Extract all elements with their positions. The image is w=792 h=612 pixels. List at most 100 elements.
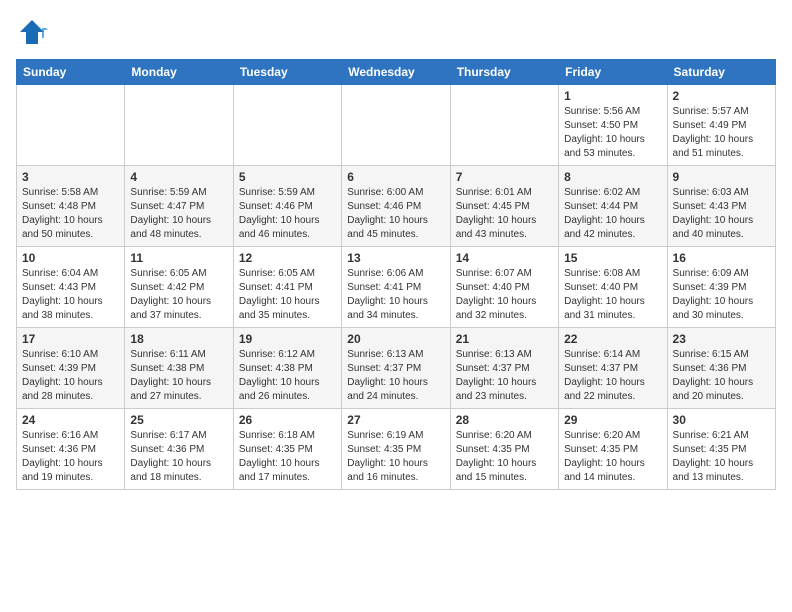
day-info: Sunrise: 6:01 AMSunset: 4:45 PMDaylight:… (456, 186, 553, 242)
day-number: 10 (22, 251, 119, 265)
calendar-cell: 19 Sunrise: 6:12 AMSunset: 4:38 PMDayligh… (233, 328, 341, 409)
day-info: Sunrise: 6:20 AMSunset: 4:35 PMDaylight:… (564, 429, 661, 485)
calendar-cell: 20 Sunrise: 6:13 AMSunset: 4:37 PMDayligh… (342, 328, 450, 409)
calendar-cell: 22 Sunrise: 6:14 AMSunset: 4:37 PMDayligh… (559, 328, 667, 409)
day-info: Sunrise: 6:04 AMSunset: 4:43 PMDaylight:… (22, 267, 119, 323)
day-info: Sunrise: 6:07 AMSunset: 4:40 PMDaylight:… (456, 267, 553, 323)
day-info: Sunrise: 6:03 AMSunset: 4:43 PMDaylight:… (673, 186, 770, 242)
day-number: 19 (239, 332, 336, 346)
calendar-cell: 10 Sunrise: 6:04 AMSunset: 4:43 PMDayligh… (17, 247, 125, 328)
day-number: 3 (22, 170, 119, 184)
day-info: Sunrise: 6:06 AMSunset: 4:41 PMDaylight:… (347, 267, 444, 323)
day-number: 6 (347, 170, 444, 184)
calendar-cell: 12 Sunrise: 6:05 AMSunset: 4:41 PMDayligh… (233, 247, 341, 328)
day-info: Sunrise: 5:59 AMSunset: 4:47 PMDaylight:… (130, 186, 227, 242)
calendar-cell (450, 85, 558, 166)
calendar-cell: 13 Sunrise: 6:06 AMSunset: 4:41 PMDayligh… (342, 247, 450, 328)
day-number: 12 (239, 251, 336, 265)
calendar-cell (342, 85, 450, 166)
calendar-cell: 27 Sunrise: 6:19 AMSunset: 4:35 PMDayligh… (342, 409, 450, 490)
weekday-header-wednesday: Wednesday (342, 60, 450, 85)
day-info: Sunrise: 6:08 AMSunset: 4:40 PMDaylight:… (564, 267, 661, 323)
day-number: 24 (22, 413, 119, 427)
calendar-cell: 3 Sunrise: 5:58 AMSunset: 4:48 PMDaylight… (17, 166, 125, 247)
day-info: Sunrise: 6:20 AMSunset: 4:35 PMDaylight:… (456, 429, 553, 485)
day-number: 1 (564, 89, 661, 103)
day-info: Sunrise: 6:10 AMSunset: 4:39 PMDaylight:… (22, 348, 119, 404)
day-info: Sunrise: 6:17 AMSunset: 4:36 PMDaylight:… (130, 429, 227, 485)
day-number: 14 (456, 251, 553, 265)
calendar-cell: 21 Sunrise: 6:13 AMSunset: 4:37 PMDayligh… (450, 328, 558, 409)
weekday-header-saturday: Saturday (667, 60, 775, 85)
calendar-cell: 2 Sunrise: 5:57 AMSunset: 4:49 PMDaylight… (667, 85, 775, 166)
calendar-cell: 4 Sunrise: 5:59 AMSunset: 4:47 PMDaylight… (125, 166, 233, 247)
day-number: 17 (22, 332, 119, 346)
logo-icon (16, 16, 48, 48)
weekday-header-thursday: Thursday (450, 60, 558, 85)
day-number: 18 (130, 332, 227, 346)
day-info: Sunrise: 6:16 AMSunset: 4:36 PMDaylight:… (22, 429, 119, 485)
day-number: 20 (347, 332, 444, 346)
day-number: 15 (564, 251, 661, 265)
day-info: Sunrise: 5:56 AMSunset: 4:50 PMDaylight:… (564, 105, 661, 161)
day-number: 9 (673, 170, 770, 184)
day-number: 2 (673, 89, 770, 103)
day-number: 13 (347, 251, 444, 265)
calendar-cell: 15 Sunrise: 6:08 AMSunset: 4:40 PMDayligh… (559, 247, 667, 328)
day-info: Sunrise: 6:21 AMSunset: 4:35 PMDaylight:… (673, 429, 770, 485)
day-number: 4 (130, 170, 227, 184)
day-info: Sunrise: 6:00 AMSunset: 4:46 PMDaylight:… (347, 186, 444, 242)
calendar-cell: 7Sunrise: 6:01 AMSunset: 4:45 PMDaylight… (450, 166, 558, 247)
calendar-cell: 25 Sunrise: 6:17 AMSunset: 4:36 PMDayligh… (125, 409, 233, 490)
day-number: 23 (673, 332, 770, 346)
day-info: Sunrise: 6:09 AMSunset: 4:39 PMDaylight:… (673, 267, 770, 323)
day-number: 22 (564, 332, 661, 346)
calendar-cell: 18 Sunrise: 6:11 AMSunset: 4:38 PMDayligh… (125, 328, 233, 409)
day-number: 11 (130, 251, 227, 265)
weekday-header-sunday: Sunday (17, 60, 125, 85)
day-number: 29 (564, 413, 661, 427)
calendar-cell: 1 Sunrise: 5:56 AMSunset: 4:50 PMDaylight… (559, 85, 667, 166)
day-info: Sunrise: 5:57 AMSunset: 4:49 PMDaylight:… (673, 105, 770, 161)
calendar-cell: 29 Sunrise: 6:20 AMSunset: 4:35 PMDayligh… (559, 409, 667, 490)
day-info: Sunrise: 6:13 AMSunset: 4:37 PMDaylight:… (347, 348, 444, 404)
day-number: 27 (347, 413, 444, 427)
day-info: Sunrise: 6:02 AMSunset: 4:44 PMDaylight:… (564, 186, 661, 242)
day-info: Sunrise: 6:13 AMSunset: 4:37 PMDaylight:… (456, 348, 553, 404)
calendar-cell: 9 Sunrise: 6:03 AMSunset: 4:43 PMDaylight… (667, 166, 775, 247)
calendar-cell (125, 85, 233, 166)
calendar-table: SundayMondayTuesdayWednesdayThursdayFrid… (16, 59, 776, 490)
day-number: 26 (239, 413, 336, 427)
calendar-cell: 8 Sunrise: 6:02 AMSunset: 4:44 PMDaylight… (559, 166, 667, 247)
calendar-cell: 14 Sunrise: 6:07 AMSunset: 4:40 PMDayligh… (450, 247, 558, 328)
calendar-cell: 11 Sunrise: 6:05 AMSunset: 4:42 PMDayligh… (125, 247, 233, 328)
calendar-cell: 28 Sunrise: 6:20 AMSunset: 4:35 PMDayligh… (450, 409, 558, 490)
calendar-cell: 24 Sunrise: 6:16 AMSunset: 4:36 PMDayligh… (17, 409, 125, 490)
day-number: 8 (564, 170, 661, 184)
day-info: Sunrise: 6:15 AMSunset: 4:36 PMDaylight:… (673, 348, 770, 404)
day-info: Sunrise: 5:58 AMSunset: 4:48 PMDaylight:… (22, 186, 119, 242)
calendar-cell: 23 Sunrise: 6:15 AMSunset: 4:36 PMDayligh… (667, 328, 775, 409)
day-number: 30 (673, 413, 770, 427)
day-info: Sunrise: 6:12 AMSunset: 4:38 PMDaylight:… (239, 348, 336, 404)
calendar-cell: 5 Sunrise: 5:59 AMSunset: 4:46 PMDaylight… (233, 166, 341, 247)
weekday-header-monday: Monday (125, 60, 233, 85)
day-info: Sunrise: 6:14 AMSunset: 4:37 PMDaylight:… (564, 348, 661, 404)
calendar-cell: 26 Sunrise: 6:18 AMSunset: 4:35 PMDayligh… (233, 409, 341, 490)
day-number: 21 (456, 332, 553, 346)
day-info: Sunrise: 6:05 AMSunset: 4:41 PMDaylight:… (239, 267, 336, 323)
day-info: Sunrise: 5:59 AMSunset: 4:46 PMDaylight:… (239, 186, 336, 242)
page-header (16, 16, 776, 53)
calendar-cell: 6 Sunrise: 6:00 AMSunset: 4:46 PMDaylight… (342, 166, 450, 247)
day-number: 25 (130, 413, 227, 427)
day-number: 16 (673, 251, 770, 265)
day-info: Sunrise: 6:05 AMSunset: 4:42 PMDaylight:… (130, 267, 227, 323)
day-info: Sunrise: 6:18 AMSunset: 4:35 PMDaylight:… (239, 429, 336, 485)
day-info: Sunrise: 6:19 AMSunset: 4:35 PMDaylight:… (347, 429, 444, 485)
calendar-cell (17, 85, 125, 166)
day-info: Sunrise: 6:11 AMSunset: 4:38 PMDaylight:… (130, 348, 227, 404)
calendar-cell (233, 85, 341, 166)
day-number: 28 (456, 413, 553, 427)
day-number: 5 (239, 170, 336, 184)
weekday-header-friday: Friday (559, 60, 667, 85)
